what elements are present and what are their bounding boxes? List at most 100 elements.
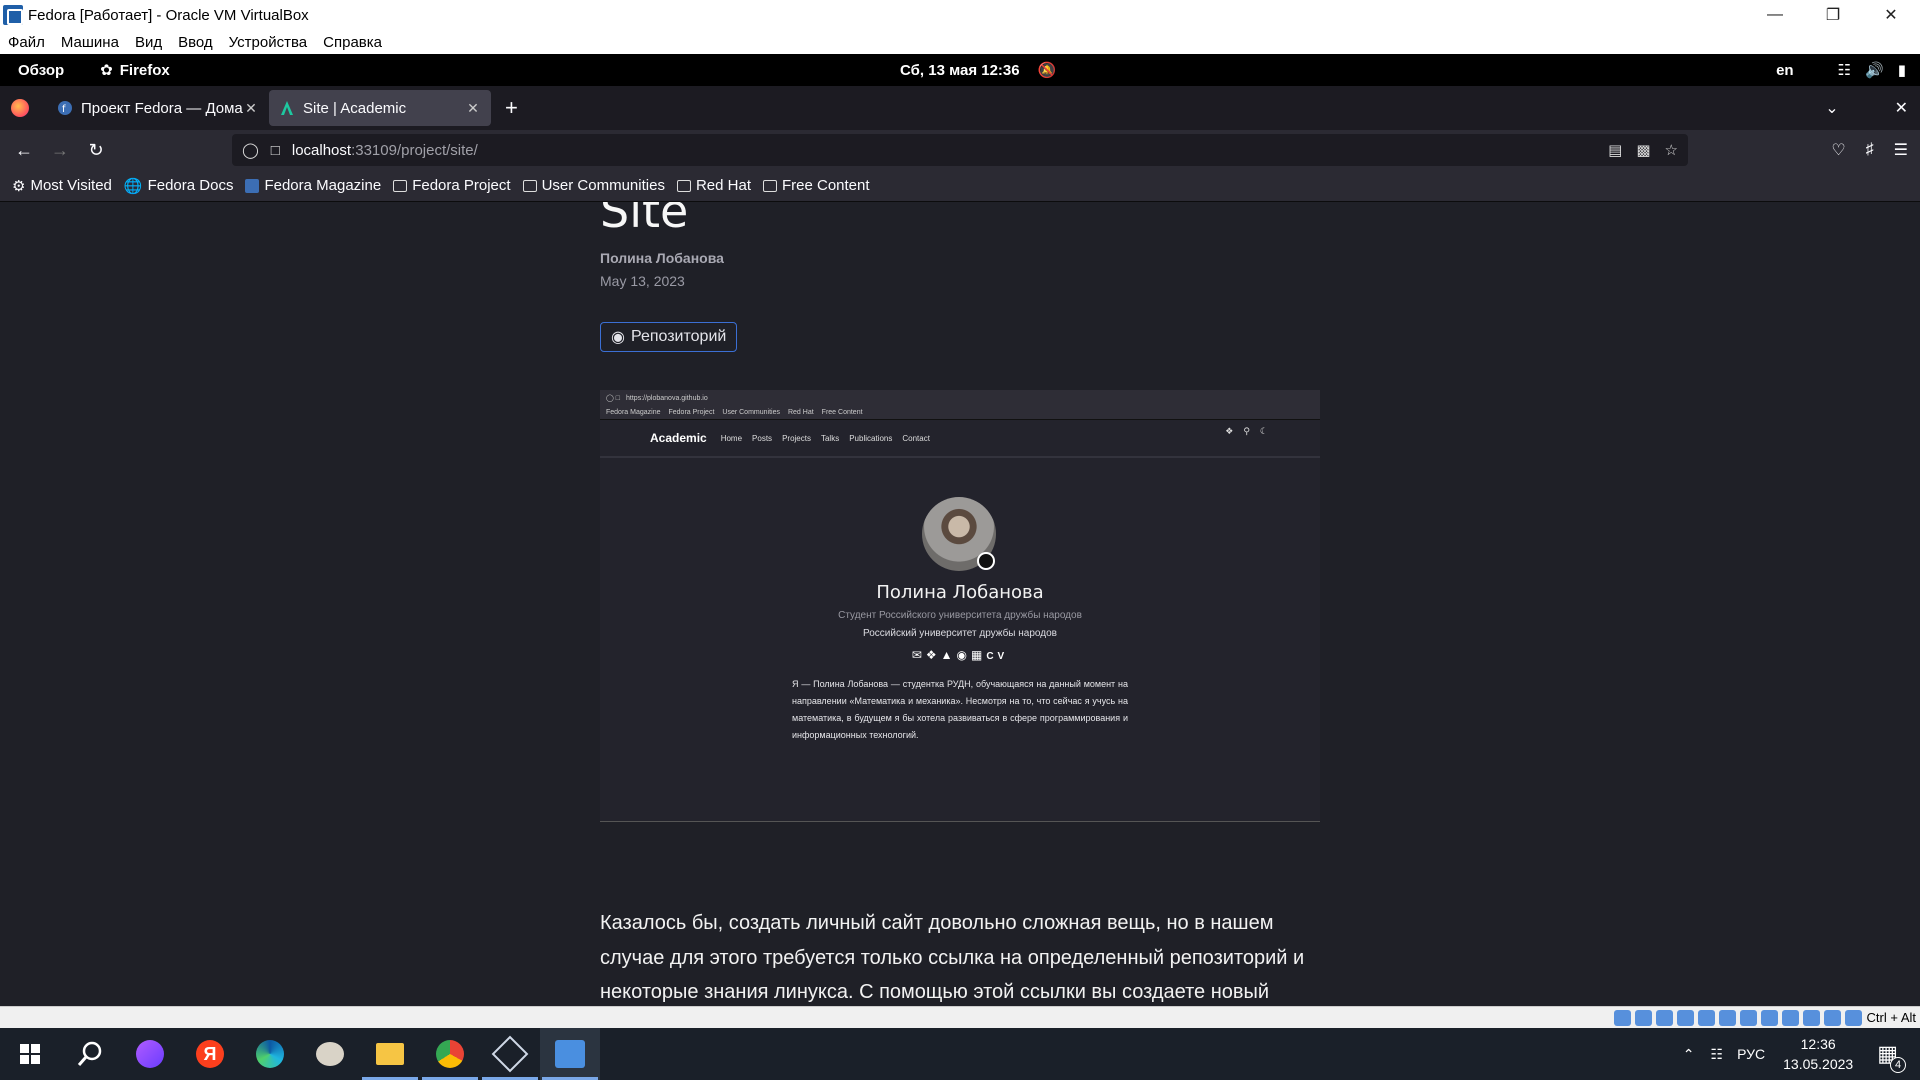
menu-input[interactable]: Ввод — [178, 34, 213, 51]
menu-hamburger-icon[interactable]: ☰ — [1894, 140, 1908, 160]
preview-avatar-badge — [977, 552, 995, 570]
translate-icon[interactable]: ▩ — [1636, 141, 1650, 159]
audio-icon[interactable] — [1635, 1010, 1652, 1026]
url-bar[interactable]: ◯ □ localhost:33109/project/site/ ▤ ▩ ☆ — [232, 134, 1688, 166]
video-capture-icon[interactable] — [1761, 1010, 1778, 1026]
mouse-integration-icon[interactable] — [1824, 1010, 1841, 1026]
preview-bio: Я — Полина Лобанова — студентка РУДН, об… — [792, 679, 1128, 740]
menu-view[interactable]: Вид — [135, 34, 162, 51]
virtualbox-vm-app[interactable] — [540, 1028, 600, 1080]
usb-icon[interactable] — [1677, 1010, 1694, 1026]
shield-icon[interactable]: ◯ — [242, 141, 259, 159]
url-text[interactable]: localhost:33109/project/site/ — [292, 142, 478, 159]
alice-app[interactable] — [120, 1028, 180, 1080]
restore-icon[interactable]: ❐ — [1804, 0, 1862, 30]
app-menu[interactable]: ✿ Firefox — [100, 61, 170, 80]
close-icon[interactable]: ✕ — [1862, 0, 1920, 30]
search-button[interactable] — [60, 1028, 120, 1080]
preview-org: Российский университет дружбы народов — [863, 628, 1057, 639]
new-tab-button[interactable]: + — [505, 95, 518, 121]
list-tabs-icon[interactable]: ⌄ — [1825, 98, 1838, 118]
bookmark-user-communities[interactable]: User Communities — [522, 177, 665, 194]
preview-nav-link: Contact — [902, 433, 930, 443]
clock-text: Сб, 13 мая 12:36 — [900, 61, 1020, 79]
article-author[interactable]: Полина Лобанова — [600, 250, 724, 266]
close-tab-icon[interactable]: ✕ — [243, 100, 259, 117]
bookmarks-toolbar: ⚙ Most Visited 🌐 Fedora Docs Fedora Magazi… — [0, 170, 1920, 202]
edge-app[interactable] — [240, 1028, 300, 1080]
display-icon[interactable] — [1740, 1010, 1757, 1026]
preview-name: Полина Лобанова — [876, 582, 1044, 603]
keyboard-capture-icon[interactable] — [1845, 1010, 1862, 1026]
cpu-icon[interactable] — [1782, 1010, 1799, 1026]
start-button[interactable] — [0, 1028, 60, 1080]
taskbar-clock[interactable]: 12:36 13.05.2023 — [1783, 1034, 1853, 1074]
shared-folders-icon[interactable] — [1698, 1010, 1715, 1026]
tab-fedora[interactable]: f Проект Fedora — Домашняя ✕ — [47, 90, 269, 126]
bookmark-free-content[interactable]: Free Content — [762, 177, 870, 194]
bookmark-label: Fedora Magazine — [264, 177, 382, 194]
keyboard-layout[interactable]: en — [1776, 62, 1794, 79]
device-status-icons — [1614, 1010, 1862, 1026]
featured-screenshot: ◯ □ https://plobanova.github.io Fedora M… — [600, 390, 1320, 822]
bookmark-most-visited[interactable]: ⚙ Most Visited — [12, 177, 112, 195]
bookmark-label: Red Hat — [695, 177, 751, 194]
folder-icon — [393, 179, 408, 192]
activities-button[interactable]: Обзор — [18, 62, 64, 79]
fedora-favicon-icon: f — [58, 101, 72, 115]
vt-x-icon[interactable] — [1803, 1010, 1820, 1026]
preview-nav-link: Talks — [820, 433, 840, 443]
repository-button[interactable]: ◉ Репозиторий — [600, 322, 738, 352]
taskbar-time: 12:36 — [1800, 1036, 1836, 1052]
menu-devices[interactable]: Устройства — [229, 34, 307, 51]
clock[interactable]: Сб, 13 мая 12:36 🔕 — [900, 54, 1056, 86]
window-controls: — ❐ ✕ — [1746, 0, 1920, 30]
chevron-up-icon[interactable]: ⌃ — [1683, 1046, 1695, 1063]
page-content: Site Полина Лобанова May 13, 2023 ◉ Репо… — [0, 202, 1920, 1006]
tab-site-academic[interactable]: Site | Academic ✕ — [269, 90, 491, 126]
pocket-icon[interactable]: ♡ — [1831, 140, 1845, 160]
preview-urlbar: ◯ □ https://plobanova.github.io — [600, 390, 1320, 406]
article-paragraph: Казалось бы, создать личный сайт довольн… — [600, 912, 1305, 1003]
notification-center[interactable]: ▦ 4 — [1877, 1041, 1906, 1073]
alice-icon — [136, 1040, 164, 1068]
minimize-icon[interactable]: — — [1746, 0, 1804, 30]
close-window-icon[interactable]: ✕ — [1895, 98, 1908, 118]
wifi-icon[interactable]: ☷ — [1711, 1046, 1724, 1063]
extensions-icon[interactable]: ♯ — [1866, 141, 1874, 159]
tabs-right-controls: ⌄ ✕ — [1825, 86, 1908, 130]
bookmark-fedora-docs[interactable]: 🌐 Fedora Docs — [124, 177, 234, 195]
bookmark-fedora-magazine[interactable]: Fedora Magazine — [245, 177, 381, 194]
input-language[interactable]: РУС — [1737, 1046, 1765, 1062]
reload-icon[interactable]: ↻ — [78, 132, 114, 168]
optical-drive-icon[interactable] — [1614, 1010, 1631, 1026]
chrome-app[interactable] — [420, 1028, 480, 1080]
app-name: Firefox — [119, 61, 170, 79]
network-adapter-icon[interactable] — [1656, 1010, 1673, 1026]
navigation-toolbar: ← → ↻ ◯ □ localhost:33109/project/site/ … — [0, 130, 1920, 170]
paint-app[interactable] — [300, 1028, 360, 1080]
preview-nav-link: Home — [720, 433, 743, 443]
bookmark-red-hat[interactable]: Red Hat — [676, 177, 751, 194]
forward-icon[interactable]: → — [42, 132, 78, 168]
window-titlebar: Fedora [Работает] - Oracle VM VirtualBox… — [0, 0, 1920, 30]
bookmark-label: Most Visited — [30, 177, 112, 194]
page-icon[interactable]: □ — [271, 142, 280, 159]
host-key-label: Ctrl + Alt — [1866, 1010, 1917, 1025]
bookmark-fedora-project[interactable]: Fedora Project — [393, 177, 511, 194]
reader-view-icon[interactable]: ▤ — [1608, 141, 1622, 159]
yandex-browser-app[interactable]: Я — [180, 1028, 240, 1080]
menu-machine[interactable]: Машина — [61, 34, 119, 51]
svg-text:f: f — [62, 104, 66, 115]
system-tray[interactable]: en ☷ 🔊 ▮ — [1776, 54, 1906, 86]
file-explorer-app[interactable] — [360, 1028, 420, 1080]
moon-icon: ☾ — [1259, 426, 1268, 436]
bookmark-star-icon[interactable]: ☆ — [1665, 141, 1678, 159]
menu-help[interactable]: Справка — [323, 34, 382, 51]
close-tab-icon[interactable]: ✕ — [465, 100, 481, 117]
pen-icon[interactable] — [1719, 1010, 1736, 1026]
menu-file[interactable]: Файл — [8, 34, 45, 51]
firefox-view-icon[interactable] — [11, 99, 29, 117]
back-icon[interactable]: ← — [6, 132, 42, 168]
virtualbox-manager-app[interactable] — [480, 1028, 540, 1080]
